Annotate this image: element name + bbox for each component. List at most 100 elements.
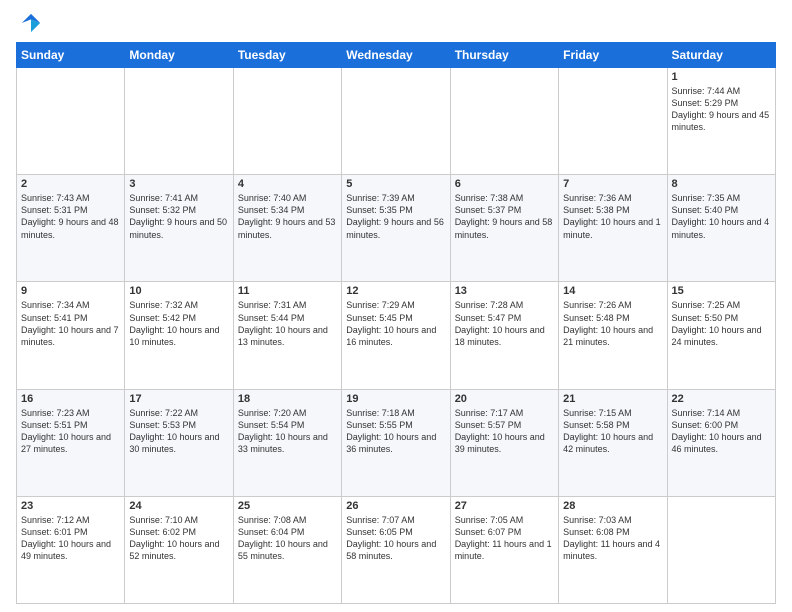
calendar-cell: 13Sunrise: 7:28 AM Sunset: 5:47 PM Dayli…	[450, 282, 558, 389]
calendar-cell: 6Sunrise: 7:38 AM Sunset: 5:37 PM Daylig…	[450, 175, 558, 282]
calendar-cell: 24Sunrise: 7:10 AM Sunset: 6:02 PM Dayli…	[125, 496, 233, 603]
calendar-cell: 5Sunrise: 7:39 AM Sunset: 5:35 PM Daylig…	[342, 175, 450, 282]
cell-content: Sunrise: 7:07 AM Sunset: 6:05 PM Dayligh…	[346, 514, 445, 563]
calendar-cell: 26 Sunrise: 7:07 AM Sunset: 6:05 PM Dayli…	[342, 496, 450, 603]
cell-content: Sunrise: 7:29 AM Sunset: 5:45 PM Dayligh…	[346, 299, 445, 348]
day-number: 25	[238, 500, 337, 512]
calendar-cell	[125, 68, 233, 175]
calendar-cell: 12 Sunrise: 7:29 AM Sunset: 5:45 PM Dayli…	[342, 282, 450, 389]
day-number: 11	[238, 285, 337, 297]
day-number: 10	[129, 285, 228, 297]
cell-content: Sunrise: 7:12 AM Sunset: 6:01 PM Dayligh…	[21, 514, 120, 563]
cell-content: Sunrise: 7:43 AM Sunset: 5:31 PM Dayligh…	[21, 192, 120, 241]
cell-content: Sunrise: 7:31 AM Sunset: 5:44 PM Dayligh…	[238, 299, 337, 348]
header-day: Wednesday	[342, 43, 450, 68]
day-number: 26	[346, 500, 445, 512]
calendar-cell: 4 Sunrise: 7:40 AM Sunset: 5:34 PM Daylig…	[233, 175, 341, 282]
day-number: 8	[672, 178, 771, 190]
day-number: 7	[563, 178, 662, 190]
calendar-header: SundayMondayTuesdayWednesdayThursdayFrid…	[17, 43, 776, 68]
day-number: 1	[672, 71, 771, 83]
day-number: 28	[563, 500, 662, 512]
page: SundayMondayTuesdayWednesdayThursdayFrid…	[0, 0, 792, 612]
calendar-cell: 3 Sunrise: 7:41 AM Sunset: 5:32 PM Daylig…	[125, 175, 233, 282]
cell-content: Sunrise: 7:20 AM Sunset: 5:54 PM Dayligh…	[238, 407, 337, 456]
calendar-cell: 28 Sunrise: 7:03 AM Sunset: 6:08 PM Dayli…	[559, 496, 667, 603]
calendar-row: 16 Sunrise: 7:23 AM Sunset: 5:51 PM Dayli…	[17, 389, 776, 496]
calendar-cell	[559, 68, 667, 175]
cell-content: Sunrise: 7:22 AM Sunset: 5:53 PM Dayligh…	[129, 407, 228, 456]
day-number: 21	[563, 393, 662, 405]
cell-content: Sunrise: 7:38 AM Sunset: 5:37 PM Dayligh…	[455, 192, 554, 241]
cell-content: Sunrise: 7:25 AM Sunset: 5:50 PM Dayligh…	[672, 299, 771, 348]
header-day: Friday	[559, 43, 667, 68]
header-day: Saturday	[667, 43, 775, 68]
calendar-cell: 10 Sunrise: 7:32 AM Sunset: 5:42 PM Dayli…	[125, 282, 233, 389]
calendar-cell: 17 Sunrise: 7:22 AM Sunset: 5:53 PM Dayli…	[125, 389, 233, 496]
header-day: Thursday	[450, 43, 558, 68]
cell-content: Sunrise: 7:41 AM Sunset: 5:32 PM Dayligh…	[129, 192, 228, 241]
calendar-row: 9 Sunrise: 7:34 AM Sunset: 5:41 PM Daylig…	[17, 282, 776, 389]
calendar-cell: 23 Sunrise: 7:12 AM Sunset: 6:01 PM Dayli…	[17, 496, 125, 603]
calendar-row: 2 Sunrise: 7:43 AM Sunset: 5:31 PM Daylig…	[17, 175, 776, 282]
day-number: 4	[238, 178, 337, 190]
day-number: 17	[129, 393, 228, 405]
day-number: 27	[455, 500, 554, 512]
calendar-cell	[233, 68, 341, 175]
day-number: 19	[346, 393, 445, 405]
logo	[16, 16, 42, 34]
day-number: 9	[21, 285, 120, 297]
cell-content: Sunrise: 7:32 AM Sunset: 5:42 PM Dayligh…	[129, 299, 228, 348]
calendar-row: 1 Sunrise: 7:44 AM Sunset: 5:29 PM Daylig…	[17, 68, 776, 175]
day-number: 18	[238, 393, 337, 405]
cell-content: Sunrise: 7:18 AM Sunset: 5:55 PM Dayligh…	[346, 407, 445, 456]
calendar-cell: 18 Sunrise: 7:20 AM Sunset: 5:54 PM Dayli…	[233, 389, 341, 496]
calendar-row: 23 Sunrise: 7:12 AM Sunset: 6:01 PM Dayli…	[17, 496, 776, 603]
cell-content: Sunrise: 7:40 AM Sunset: 5:34 PM Dayligh…	[238, 192, 337, 241]
day-number: 12	[346, 285, 445, 297]
cell-content: Sunrise: 7:26 AM Sunset: 5:48 PM Dayligh…	[563, 299, 662, 348]
calendar-cell	[450, 68, 558, 175]
calendar-table: SundayMondayTuesdayWednesdayThursdayFrid…	[16, 42, 776, 604]
calendar-cell: 16 Sunrise: 7:23 AM Sunset: 5:51 PM Dayli…	[17, 389, 125, 496]
cell-content: Sunrise: 7:14 AM Sunset: 6:00 PM Dayligh…	[672, 407, 771, 456]
day-number: 23	[21, 500, 120, 512]
calendar-cell: 2 Sunrise: 7:43 AM Sunset: 5:31 PM Daylig…	[17, 175, 125, 282]
header	[16, 12, 776, 34]
cell-content: Sunrise: 7:17 AM Sunset: 5:57 PM Dayligh…	[455, 407, 554, 456]
cell-content: Sunrise: 7:05 AM Sunset: 6:07 PM Dayligh…	[455, 514, 554, 563]
cell-content: Sunrise: 7:39 AM Sunset: 5:35 PM Dayligh…	[346, 192, 445, 241]
calendar-cell: 7Sunrise: 7:36 AM Sunset: 5:38 PM Daylig…	[559, 175, 667, 282]
calendar-cell: 14 Sunrise: 7:26 AM Sunset: 5:48 PM Dayli…	[559, 282, 667, 389]
calendar-cell: 27 Sunrise: 7:05 AM Sunset: 6:07 PM Dayli…	[450, 496, 558, 603]
calendar-cell: 19 Sunrise: 7:18 AM Sunset: 5:55 PM Dayli…	[342, 389, 450, 496]
calendar-body: 1 Sunrise: 7:44 AM Sunset: 5:29 PM Daylig…	[17, 68, 776, 604]
day-number: 15	[672, 285, 771, 297]
cell-content: Sunrise: 7:44 AM Sunset: 5:29 PM Dayligh…	[672, 85, 771, 134]
cell-content: Sunrise: 7:03 AM Sunset: 6:08 PM Dayligh…	[563, 514, 662, 563]
logo-icon	[20, 12, 42, 34]
cell-content: Sunrise: 7:15 AM Sunset: 5:58 PM Dayligh…	[563, 407, 662, 456]
cell-content: Sunrise: 7:28 AM Sunset: 5:47 PM Dayligh…	[455, 299, 554, 348]
cell-content: Sunrise: 7:08 AM Sunset: 6:04 PM Dayligh…	[238, 514, 337, 563]
header-day: Tuesday	[233, 43, 341, 68]
day-number: 24	[129, 500, 228, 512]
calendar-cell: 1 Sunrise: 7:44 AM Sunset: 5:29 PM Daylig…	[667, 68, 775, 175]
day-number: 3	[129, 178, 228, 190]
day-number: 14	[563, 285, 662, 297]
day-number: 20	[455, 393, 554, 405]
calendar-cell: 9 Sunrise: 7:34 AM Sunset: 5:41 PM Daylig…	[17, 282, 125, 389]
header-day: Sunday	[17, 43, 125, 68]
calendar-cell: 21 Sunrise: 7:15 AM Sunset: 5:58 PM Dayli…	[559, 389, 667, 496]
day-number: 2	[21, 178, 120, 190]
calendar-cell	[342, 68, 450, 175]
cell-content: Sunrise: 7:23 AM Sunset: 5:51 PM Dayligh…	[21, 407, 120, 456]
calendar-cell: 8Sunrise: 7:35 AM Sunset: 5:40 PM Daylig…	[667, 175, 775, 282]
calendar-cell: 11 Sunrise: 7:31 AM Sunset: 5:44 PM Dayli…	[233, 282, 341, 389]
day-number: 22	[672, 393, 771, 405]
calendar-cell: 25 Sunrise: 7:08 AM Sunset: 6:04 PM Dayli…	[233, 496, 341, 603]
cell-content: Sunrise: 7:34 AM Sunset: 5:41 PM Dayligh…	[21, 299, 120, 348]
day-number: 16	[21, 393, 120, 405]
calendar-cell: 22 Sunrise: 7:14 AM Sunset: 6:00 PM Dayli…	[667, 389, 775, 496]
calendar-cell	[667, 496, 775, 603]
